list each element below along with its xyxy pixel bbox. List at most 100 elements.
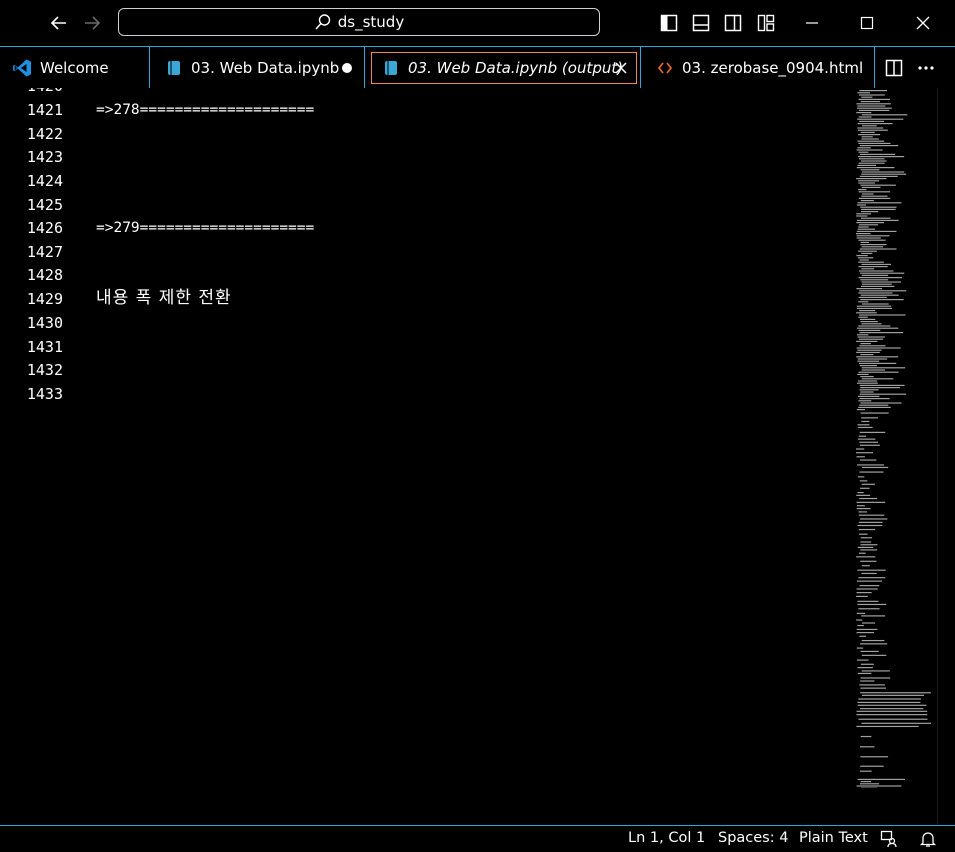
minimap-line [861, 622, 876, 624]
minimap-line [858, 180, 880, 182]
minimap-line [856, 222, 885, 224]
toggle-primary-sidebar-button[interactable] [659, 13, 679, 33]
language-mode[interactable]: Plain Text [799, 830, 868, 846]
unsaved-dot-icon[interactable] [342, 63, 352, 73]
minimap-line [858, 191, 891, 193]
minimap-line [857, 147, 871, 149]
minimap-line [860, 680, 875, 682]
minimap-line [860, 692, 931, 694]
minimap-line [857, 358, 888, 360]
minimap-line [856, 103, 891, 105]
minimap-line [861, 639, 885, 642]
minimap-line [860, 217, 891, 219]
tab-web-data-output[interactable]: 03. Web Data.ipynb (output) [365, 47, 641, 88]
line-number: 1431 [26, 338, 63, 356]
toggle-secondary-sidebar-button[interactable] [723, 13, 743, 33]
minimap-line [858, 380, 878, 382]
line-number: 1423 [26, 148, 63, 166]
minimap-line [858, 533, 868, 535]
minimap-line [856, 595, 868, 598]
minimap-line [857, 373, 869, 375]
minimap-line [856, 351, 880, 353]
minimap-line [856, 631, 874, 634]
minimap-line [860, 101, 881, 103]
line-number: 1432 [26, 361, 63, 379]
minimap-line [856, 647, 864, 649]
minimap-line [859, 746, 875, 748]
tab-zerobase-html[interactable]: 03. zerobase_0904.html [641, 47, 875, 88]
minimap-line [856, 619, 863, 621]
minimap-line [860, 735, 872, 738]
command-center-search[interactable]: ds_study [118, 8, 600, 36]
minimap-line [859, 444, 881, 446]
minimap-line [860, 241, 869, 243]
back-button[interactable] [47, 11, 71, 35]
minimap-line [859, 332, 904, 334]
minimap-line [856, 507, 871, 510]
minimap-line [857, 704, 927, 706]
more-actions-icon[interactable] [917, 59, 935, 77]
close-tab-icon[interactable] [614, 61, 628, 75]
minimize-button[interactable] [787, 0, 837, 46]
code-line[interactable]: =>279==================== [96, 216, 314, 240]
feedback-icon[interactable] [880, 830, 898, 848]
indentation-setting[interactable]: Spaces: 4 [718, 830, 788, 846]
minimap-line [859, 643, 888, 645]
minimap-line [856, 612, 866, 614]
minimap-line [857, 127, 884, 129]
minimap-line [857, 123, 893, 125]
split-editor-icon[interactable] [885, 59, 903, 77]
minimap-line [858, 296, 887, 298]
minimap-line [858, 98, 891, 100]
minimap-line [858, 266, 888, 268]
minimap-line [860, 518, 888, 520]
minimap-line [860, 459, 877, 461]
minimap-line [859, 480, 868, 482]
minimap-line [856, 305, 892, 307]
code-line[interactable]: 내용 폭 제한 전환 [96, 286, 232, 310]
toggle-panel-button[interactable] [691, 13, 711, 33]
minimap-line [858, 514, 885, 516]
minimap-line [856, 785, 902, 787]
close-window-button[interactable] [898, 0, 948, 46]
minimap-line [857, 476, 865, 478]
minimap-line [857, 524, 883, 527]
minimap-line [857, 438, 876, 440]
minimap-line [856, 382, 878, 384]
tab-welcome[interactable]: Welcome [0, 47, 150, 88]
minimap-line [856, 167, 895, 169]
minimap-line [858, 329, 881, 331]
minimap-line [860, 765, 884, 767]
line-number: 1426 [26, 219, 63, 237]
minimap[interactable] [854, 88, 938, 788]
code-line[interactable]: =>278==================== [96, 98, 314, 122]
maximize-button[interactable] [842, 0, 892, 46]
editor-area[interactable]: 1420 1421 1422 1423 1424 1425 1426 1427 … [0, 88, 955, 825]
minimap-line [861, 670, 890, 672]
tab-web-data-notebook[interactable]: 03. Web Data.ipynb [150, 47, 365, 88]
minimap-line [856, 714, 928, 716]
minimap-line [860, 299, 904, 301]
vertical-scrollbar[interactable] [937, 88, 938, 825]
notifications-bell-icon[interactable] [919, 830, 937, 848]
minimap-line [857, 118, 904, 120]
minimap-line [861, 125, 877, 127]
minimap-line [860, 663, 874, 665]
minimap-line [856, 556, 876, 558]
minimap-line [861, 274, 889, 276]
minimap-line [856, 725, 919, 728]
forward-button[interactable] [80, 11, 104, 35]
toggle-secondary-sidebar-icon [724, 14, 742, 32]
minimap-line [858, 116, 872, 118]
minimap-line [861, 417, 878, 419]
minimap-line [860, 206, 897, 208]
minimap-line [857, 336, 885, 338]
command-center-label: ds_study [337, 13, 405, 31]
tab-label: Welcome [40, 58, 109, 77]
cursor-position[interactable]: Ln 1, Col 1 [628, 830, 705, 846]
minimap-line [856, 215, 868, 217]
minimap-line [857, 360, 880, 362]
minimap-line [861, 173, 907, 175]
tab-label: 03. Web Data.ipynb (output) [408, 58, 624, 77]
customize-layout-button[interactable] [756, 13, 776, 33]
